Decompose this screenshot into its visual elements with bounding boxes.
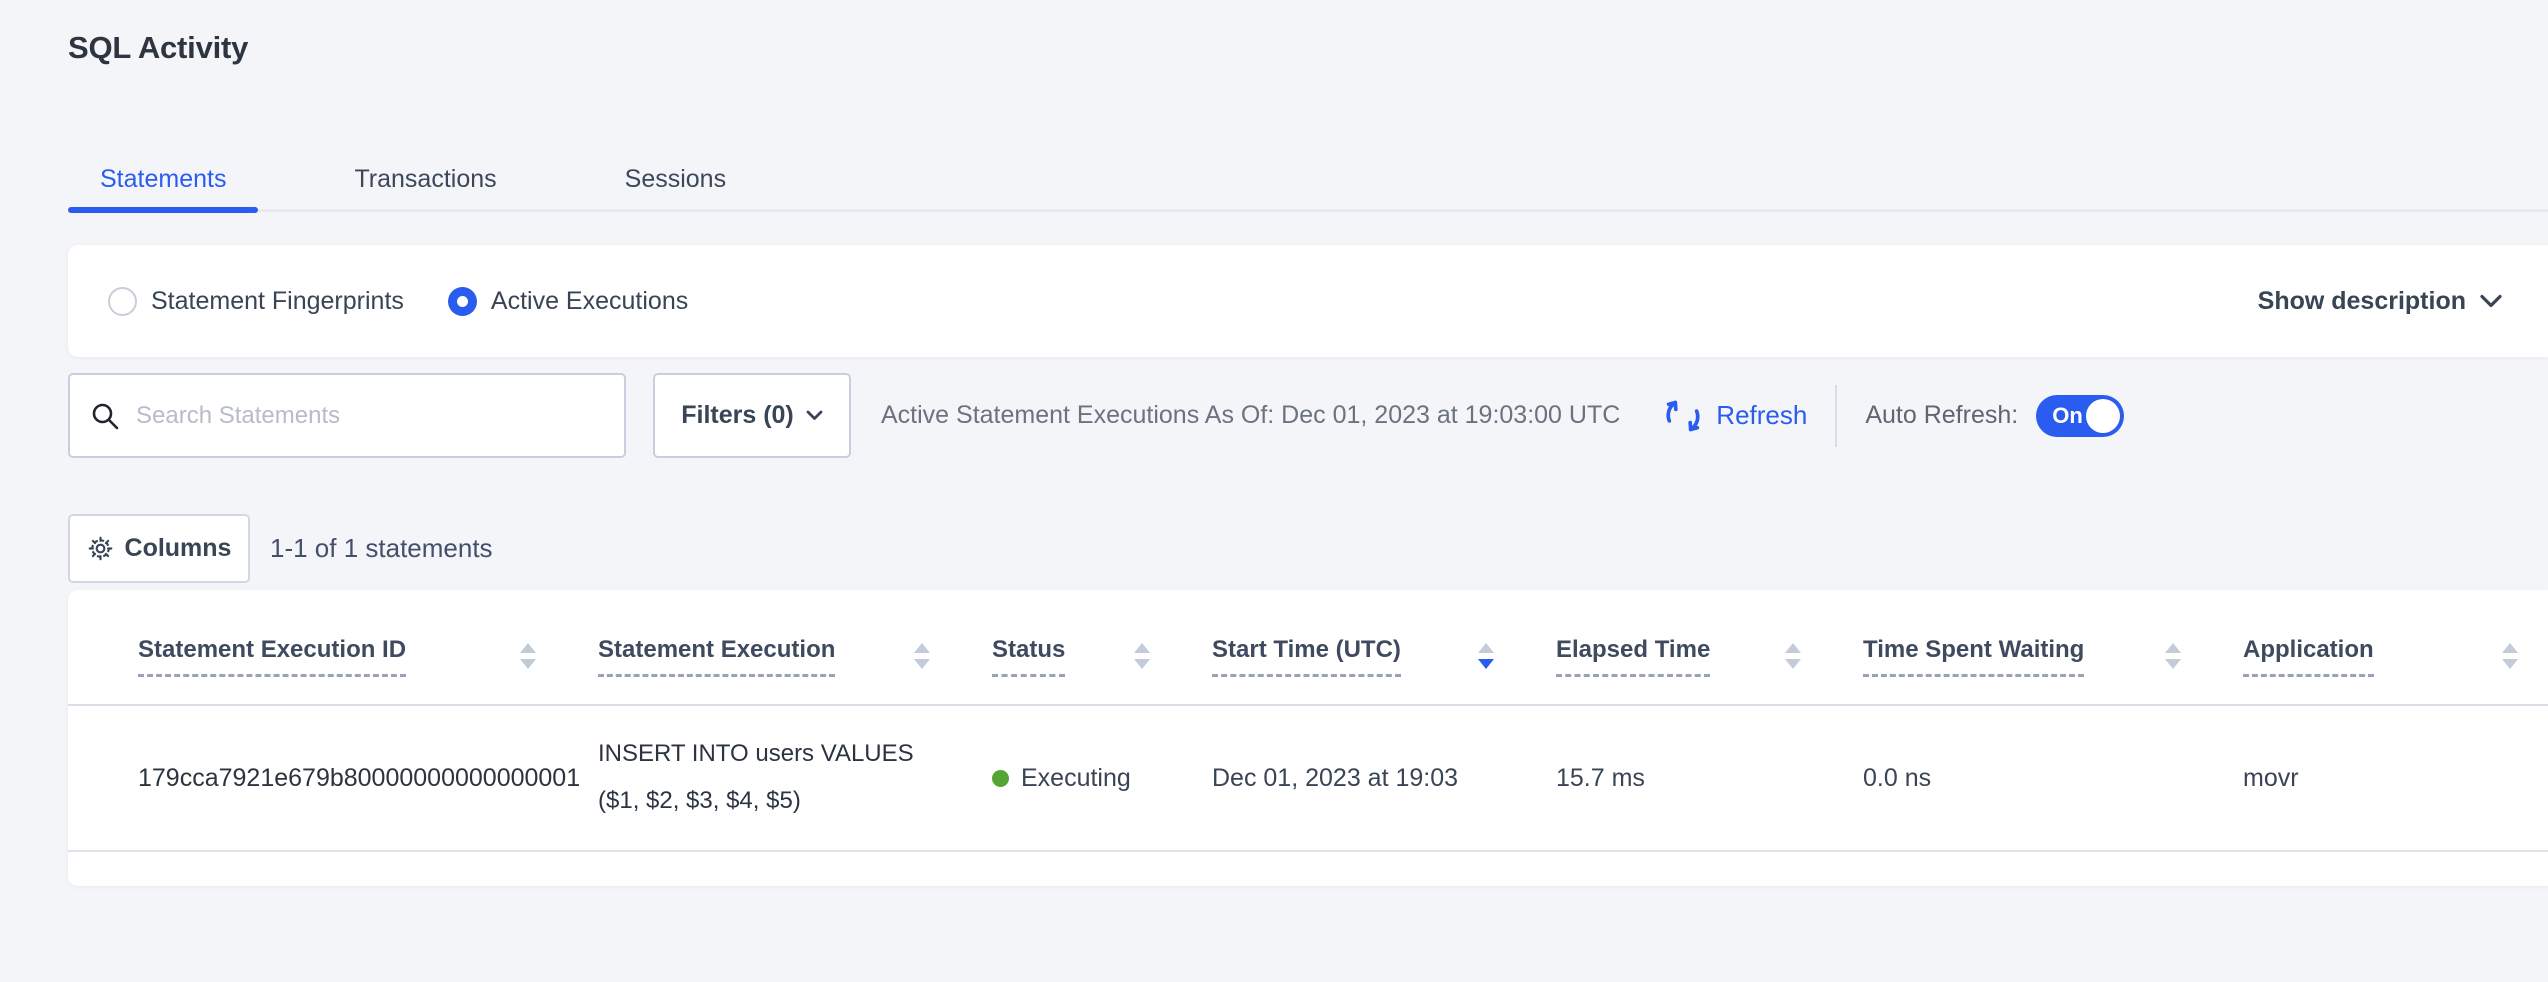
sort-icon <box>520 643 536 669</box>
tab-statements[interactable]: Statements <box>68 150 258 209</box>
statements-table: Statement Execution ID Statement Executi… <box>68 590 2548 852</box>
columns-button-label: Columns <box>125 534 232 563</box>
radio-selected-icon <box>448 287 477 316</box>
tab-statements-label: Statements <box>100 165 226 194</box>
as-of-text: Active Statement Executions As Of: Dec 0… <box>881 401 1620 430</box>
tab-bar: Statements Transactions Sessions <box>68 150 2548 212</box>
cell-time-spent-waiting: 0.0 ns <box>1863 705 2243 851</box>
show-description-label: Show description <box>2258 287 2466 316</box>
statements-table-card: Statement Execution ID Statement Executi… <box>68 590 2548 886</box>
search-icon <box>90 401 120 431</box>
radio-active-executions[interactable]: Active Executions <box>448 287 688 316</box>
view-mode-card: Statement Fingerprints Active Executions… <box>68 245 2548 357</box>
sort-desc-icon <box>1478 643 1494 669</box>
cell-execution-id: 179cca7921e679b80000000000000001 <box>68 705 598 851</box>
column-header-application[interactable]: Application <box>2243 590 2548 705</box>
filters-button[interactable]: Filters (0) <box>653 373 851 458</box>
column-header-start-time[interactable]: Start Time (UTC) <box>1212 590 1556 705</box>
status-label: Executing <box>1021 764 1131 793</box>
tab-sessions[interactable]: Sessions <box>593 150 758 209</box>
vertical-divider <box>1835 385 1837 447</box>
radio-statement-fingerprints[interactable]: Statement Fingerprints <box>108 287 404 316</box>
column-header-statement-execution[interactable]: Statement Execution <box>598 590 992 705</box>
cell-elapsed-time: 15.7 ms <box>1556 705 1863 851</box>
filters-button-label: Filters (0) <box>681 401 794 430</box>
tab-transactions-label: Transactions <box>354 165 496 194</box>
refresh-icon <box>1662 395 1704 437</box>
sort-icon <box>1134 643 1150 669</box>
search-box <box>68 373 626 458</box>
cell-application: movr <box>2243 705 2548 851</box>
auto-refresh-toggle[interactable]: On <box>2036 395 2124 437</box>
refresh-label: Refresh <box>1716 400 1807 431</box>
radio-unselected-icon <box>108 287 137 316</box>
radio-active-executions-label: Active Executions <box>491 287 688 316</box>
sort-icon <box>914 643 930 669</box>
sort-icon <box>1785 643 1801 669</box>
sql-activity-page: SQL Activity Statements Transactions Ses… <box>0 0 2548 982</box>
table-toolbar: Columns 1-1 of 1 statements <box>68 514 2548 583</box>
status-executing-dot-icon <box>992 770 1009 787</box>
column-header-status[interactable]: Status <box>992 590 1212 705</box>
show-description-toggle[interactable]: Show description <box>2258 287 2502 316</box>
column-header-statement-execution-id[interactable]: Statement Execution ID <box>68 590 598 705</box>
results-count: 1-1 of 1 statements <box>270 533 493 564</box>
page-title: SQL Activity <box>68 30 248 66</box>
controls-row: Filters (0) Active Statement Executions … <box>68 373 2548 458</box>
sort-icon <box>2165 643 2181 669</box>
tab-transactions[interactable]: Transactions <box>322 150 528 209</box>
radio-statement-fingerprints-label: Statement Fingerprints <box>151 287 404 316</box>
column-header-elapsed-time[interactable]: Elapsed Time <box>1556 590 1863 705</box>
search-input[interactable] <box>136 402 604 430</box>
table-row: 179cca7921e679b80000000000000001 INSERT … <box>68 705 2548 851</box>
cell-status: Executing <box>992 705 1212 851</box>
auto-refresh-label: Auto Refresh: <box>1865 401 2018 430</box>
sort-icon <box>2502 643 2518 669</box>
columns-button[interactable]: Columns <box>68 514 250 583</box>
tab-sessions-label: Sessions <box>625 165 726 194</box>
cell-statement: INSERT INTO users VALUES ($1, $2, $3, $4… <box>598 705 992 851</box>
chevron-down-icon <box>2480 294 2502 308</box>
refresh-button[interactable]: Refresh <box>1662 395 1807 437</box>
chevron-down-icon <box>806 410 823 421</box>
cell-start-time: Dec 01, 2023 at 19:03 <box>1212 705 1556 851</box>
auto-refresh-state: On <box>2052 403 2083 429</box>
table-header-row: Statement Execution ID Statement Executi… <box>68 590 2548 705</box>
toggle-knob-icon <box>2086 399 2120 433</box>
gear-icon <box>87 535 114 562</box>
column-header-time-spent-waiting[interactable]: Time Spent Waiting <box>1863 590 2243 705</box>
